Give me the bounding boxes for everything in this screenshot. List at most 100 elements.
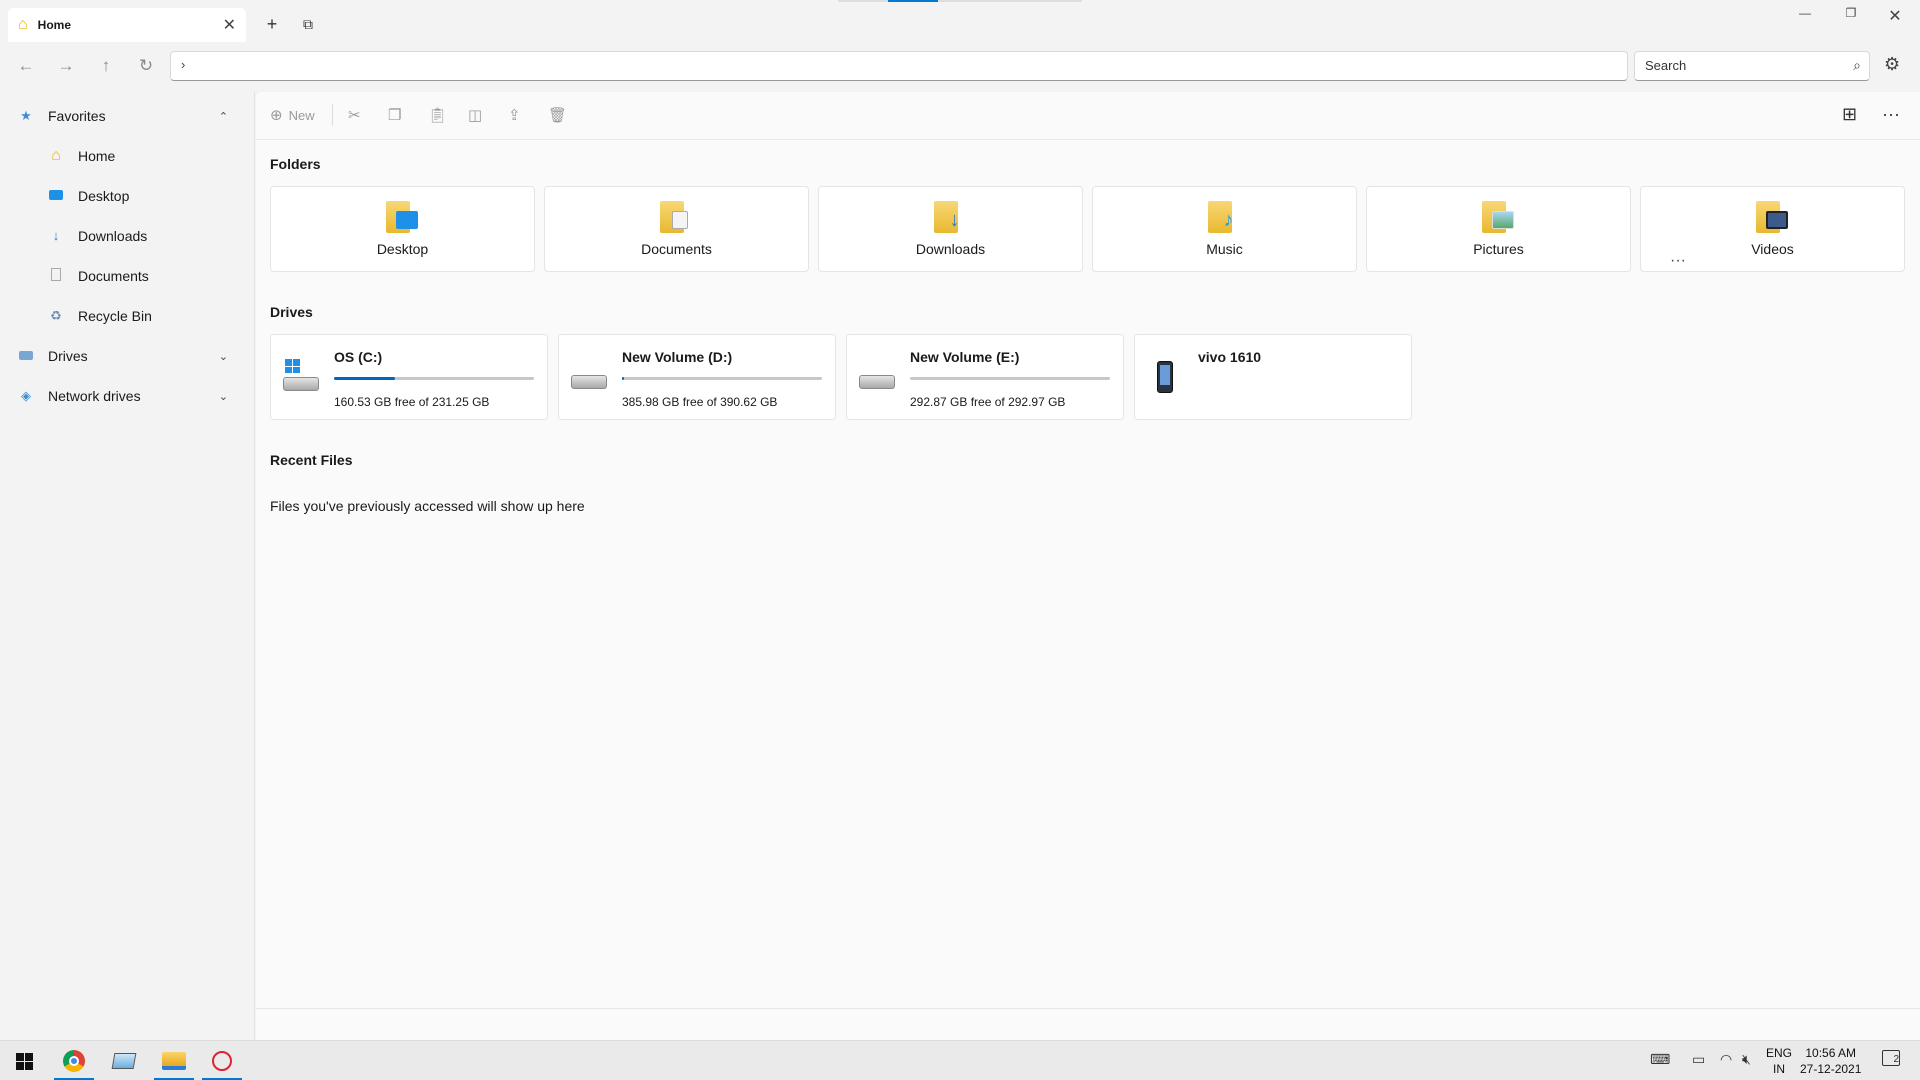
drive-card-c[interactable]: OS (C:) 160.53 GB free of 231.25 GB xyxy=(270,334,548,420)
drag-indicator xyxy=(838,0,1082,2)
restore-button[interactable]: ❐ xyxy=(1836,6,1866,20)
drive-usage-bar xyxy=(334,377,534,380)
network-drives-icon: ◈ xyxy=(21,388,31,403)
sidebar-item-home[interactable]: ⌂ Home xyxy=(0,138,250,174)
command-bar: ⊕ New ✂ ❐ 📋︎ ◫ ⇪ 🗑︎ ⊞ ··· xyxy=(256,92,1920,140)
folder-label: Desktop xyxy=(376,241,429,257)
folder-card-music[interactable]: ♪ Music xyxy=(1092,186,1357,272)
new-button[interactable]: ⊕ New xyxy=(270,106,315,124)
refresh-button[interactable]: ↻ xyxy=(134,56,158,76)
new-tab-button[interactable]: + xyxy=(262,14,282,34)
downloads-icon: ↓ xyxy=(52,228,60,243)
sidebar-item-desktop[interactable]: Desktop xyxy=(0,178,250,214)
sidebar-item-network-drives[interactable]: ◈ Network drives ⌄ xyxy=(0,378,250,414)
favorites-star-icon: ★ xyxy=(20,108,32,123)
home-icon: ⌂ xyxy=(18,16,28,33)
notification-center-button[interactable]: 2 xyxy=(1882,1049,1900,1066)
sidebar-item-favorites[interactable]: ★ Favorites ⌃ xyxy=(0,98,250,134)
forward-button[interactable]: → xyxy=(54,56,78,76)
copy-icon[interactable]: ❐ xyxy=(388,106,401,124)
taskbar-files-app[interactable] xyxy=(198,1041,246,1080)
folder-label: Downloads xyxy=(915,241,986,257)
start-button[interactable] xyxy=(0,1041,48,1080)
navigation-bar: ← → ↑ ↻ › Search ⌕ ⚙ xyxy=(0,48,1920,88)
command-divider xyxy=(332,104,333,126)
chevron-down-icon[interactable]: ⌄ xyxy=(219,350,228,363)
more-options-button[interactable]: ··· xyxy=(1882,104,1900,125)
sidebar-item-label: Desktop xyxy=(78,188,130,204)
sidebar-item-label: Network drives xyxy=(48,388,141,404)
language-indicator[interactable]: ENG IN xyxy=(1766,1045,1792,1077)
tab-list-button[interactable]: ⧉ xyxy=(298,14,318,34)
folders-section-title: Folders xyxy=(270,156,321,172)
drives-icon xyxy=(18,348,34,364)
chevron-up-icon[interactable]: ⌃ xyxy=(219,110,228,123)
volume-muted-icon[interactable]: 🔇︎ xyxy=(1742,1051,1751,1068)
wifi-icon[interactable]: ◠ xyxy=(1720,1051,1732,1068)
taskbar-chrome[interactable] xyxy=(50,1041,98,1080)
folder-label: Documents xyxy=(641,241,712,257)
windows-start-icon xyxy=(15,1052,33,1070)
clock[interactable]: 10:56 AM 27-12-2021 xyxy=(1800,1045,1861,1077)
folder-card-desktop[interactable]: Desktop xyxy=(270,186,535,272)
drive-name: vivo 1610 xyxy=(1198,349,1262,365)
drives-more-button[interactable]: ··· xyxy=(1670,252,1686,270)
close-tab-icon[interactable]: ✕ xyxy=(223,15,236,35)
sidebar-item-recycle-bin[interactable]: ♻ Recycle Bin xyxy=(0,298,250,334)
desktop-icon xyxy=(48,188,64,204)
back-button[interactable]: ← xyxy=(14,56,38,76)
drive-card-e[interactable]: New Volume (E:) 292.87 GB free of 292.97… xyxy=(846,334,1124,420)
settings-button[interactable]: ⚙ xyxy=(1884,54,1900,75)
sidebar-item-label: Documents xyxy=(78,268,149,284)
tab-home[interactable]: ⌂ Home ✕ xyxy=(8,8,246,42)
sidebar-item-label: Recycle Bin xyxy=(78,308,152,324)
chevron-down-icon[interactable]: ⌄ xyxy=(219,390,228,403)
folder-card-documents[interactable]: Documents xyxy=(544,186,809,272)
sidebar-item-downloads[interactable]: ↓ Downloads xyxy=(0,218,250,254)
battery-icon[interactable]: ▭ xyxy=(1692,1051,1705,1068)
rename-icon[interactable]: ◫ xyxy=(468,106,482,124)
drive-card-d[interactable]: New Volume (D:) 385.98 GB free of 390.62… xyxy=(558,334,836,420)
delete-icon[interactable]: 🗑︎ xyxy=(548,106,567,124)
recent-files-title: Recent Files xyxy=(270,452,353,468)
search-icon: ⌕ xyxy=(1853,57,1861,73)
search-input[interactable]: Search ⌕ xyxy=(1634,51,1870,81)
sidebar-item-label: Home xyxy=(78,148,116,164)
folder-card-downloads[interactable]: ↓ Downloads xyxy=(818,186,1083,272)
files-app-icon xyxy=(212,1051,232,1071)
drive-name: New Volume (D:) xyxy=(622,349,733,365)
hard-drive-icon xyxy=(859,365,895,395)
drive-usage-bar xyxy=(910,377,1110,380)
layout-grid-icon[interactable]: ⊞ xyxy=(1842,104,1857,125)
paste-icon[interactable]: 📋︎ xyxy=(428,106,447,124)
status-bar-divider xyxy=(256,1008,1920,1009)
home-icon: ⌂ xyxy=(51,147,61,164)
drive-usage-fill xyxy=(622,377,625,380)
documents-folder-icon xyxy=(659,201,694,233)
close-window-button[interactable]: ✕ xyxy=(1880,6,1910,26)
sidebar-item-label: Downloads xyxy=(78,228,148,244)
downloads-folder-icon: ↓ xyxy=(933,201,968,233)
chevron-right-icon: › xyxy=(181,57,186,72)
drive-free-space: 160.53 GB free of 231.25 GB xyxy=(334,395,490,409)
minimize-button[interactable]: — xyxy=(1790,6,1820,20)
keyboard-icon[interactable]: ⌨ xyxy=(1650,1051,1670,1068)
taskbar-app-installer[interactable] xyxy=(100,1041,148,1080)
sidebar-item-label: Favorites xyxy=(48,108,106,124)
chrome-icon xyxy=(63,1050,85,1072)
notification-icon: 2 xyxy=(1882,1050,1900,1066)
search-placeholder: Search xyxy=(1645,58,1687,73)
drive-card-vivo[interactable]: vivo 1610 xyxy=(1134,334,1412,420)
up-button[interactable]: ↑ xyxy=(94,56,118,76)
share-icon[interactable]: ⇪ xyxy=(508,106,521,124)
folder-card-pictures[interactable]: Pictures xyxy=(1366,186,1631,272)
taskbar-file-explorer[interactable] xyxy=(150,1041,198,1080)
address-bar[interactable]: › xyxy=(170,51,1628,81)
drive-name: New Volume (E:) xyxy=(910,349,1020,365)
music-folder-icon: ♪ xyxy=(1207,201,1242,233)
sidebar-item-documents[interactable]: Documents xyxy=(0,258,250,294)
drive-name: OS (C:) xyxy=(334,349,383,365)
hard-drive-icon xyxy=(571,365,607,395)
cut-icon[interactable]: ✂ xyxy=(348,106,361,124)
sidebar-item-drives[interactable]: Drives ⌄ xyxy=(0,338,250,374)
